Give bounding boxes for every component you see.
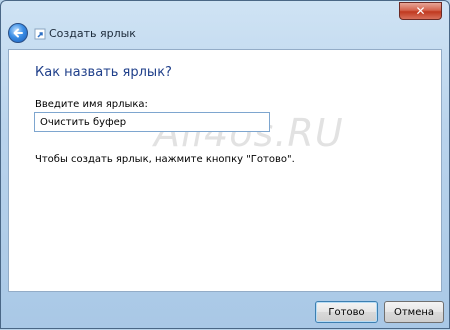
close-button[interactable]: ✕ xyxy=(399,2,442,20)
shortcut-name-label: Введите имя ярлыка: xyxy=(35,99,148,110)
done-button[interactable]: Готово xyxy=(315,301,378,323)
page-heading: Как назвать ярлык? xyxy=(35,65,172,80)
button-bar: Готово Отмена xyxy=(1,293,449,330)
title-bar: ✕ Создать ярлык xyxy=(1,1,449,47)
close-icon: ✕ xyxy=(415,4,426,18)
wizard-content-panel: All4os.RU Как назвать ярлык? Введите имя… xyxy=(8,49,442,292)
back-button[interactable] xyxy=(8,23,28,43)
finish-hint-text: Чтобы создать ярлык, нажмите кнопку "Гот… xyxy=(35,154,295,165)
window-title: Создать ярлык xyxy=(49,27,136,40)
shortcut-name-input[interactable] xyxy=(34,112,270,132)
back-arrow-icon xyxy=(13,28,23,38)
cancel-button[interactable]: Отмена xyxy=(384,301,444,323)
shortcut-wizard-icon xyxy=(34,28,46,40)
create-shortcut-window: ✕ Создать ярлык All4os.RU Как назвать яр… xyxy=(0,0,450,329)
